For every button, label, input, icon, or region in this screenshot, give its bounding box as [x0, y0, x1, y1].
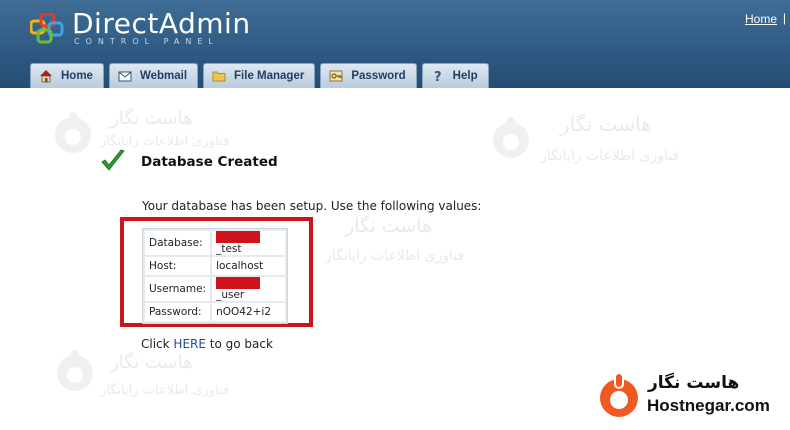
watermark-title: هاست نگار: [110, 108, 193, 129]
database-values-table: Database: _test Host: localhost Username…: [142, 228, 288, 324]
logo-title: DirectAdmin: [72, 7, 251, 40]
table-row: Password: nOO42+i2: [145, 303, 285, 321]
here-link[interactable]: HERE: [173, 337, 206, 351]
watermark-title: هاست نگار: [560, 112, 652, 136]
database-suffix: _test: [216, 243, 242, 255]
watermark-subtitle: فناوری اطلاعات رایانگار: [325, 248, 465, 264]
envelope-icon: [118, 71, 132, 82]
password-label: Password:: [145, 303, 211, 321]
watermark-subtitle: فناوری اطلاعات رایانگار: [540, 148, 680, 164]
back-prefix: Click: [141, 337, 170, 351]
table-row: Host: localhost: [145, 257, 285, 275]
main-tabs: Home Webmail File Manager Password ? Hel…: [30, 63, 489, 88]
password-value: nOO42+i2: [212, 303, 285, 321]
top-separator: |: [782, 11, 786, 25]
database-label: Database:: [145, 231, 211, 255]
watermark-subtitle: فناوری اطلاعات رایانگار: [100, 383, 230, 398]
watermark-subtitle: فناوری اطلاعات رایانگار: [100, 134, 230, 149]
question-icon: ?: [434, 70, 442, 83]
tab-label: File Manager: [234, 70, 305, 82]
watermark-title: هاست نگار: [345, 215, 433, 237]
tab-label: Help: [452, 70, 478, 82]
redaction-mark: [216, 231, 261, 243]
username-suffix: _user: [216, 289, 245, 301]
username-label: Username:: [145, 277, 211, 301]
tab-label: Home: [61, 70, 93, 82]
key-icon: [329, 70, 343, 82]
directadmin-logo-icon: [30, 13, 64, 44]
house-icon: [40, 70, 52, 83]
tab-file-manager[interactable]: File Manager: [203, 63, 316, 88]
page-title: Database Created: [141, 154, 278, 170]
tab-help[interactable]: ? Help: [421, 63, 489, 88]
top-header: DirectAdmin CONTROL PANEL Home | Home We…: [0, 0, 790, 88]
watermark-logo-icon: [57, 350, 93, 391]
username-value: _user: [212, 277, 285, 301]
svg-text:?: ?: [434, 70, 442, 83]
host-value: localhost: [212, 257, 285, 275]
success-check-icon: [101, 149, 125, 171]
tab-password[interactable]: Password: [320, 63, 417, 88]
back-suffix: to go back: [209, 337, 273, 351]
database-value: _test: [212, 231, 285, 255]
tab-webmail[interactable]: Webmail: [108, 63, 199, 88]
tab-home[interactable]: Home: [30, 63, 104, 88]
tab-label: Password: [351, 70, 406, 82]
watermark-logo-icon: [55, 112, 91, 153]
brand-title: هاست نگار: [648, 373, 740, 393]
tab-label: Webmail: [139, 70, 188, 82]
watermark-title: هاست نگار: [110, 352, 193, 373]
logo-subtitle: CONTROL PANEL: [74, 37, 219, 46]
watermark-logo-icon: [493, 117, 529, 158]
folder-icon: [212, 71, 226, 82]
brand-url: Hostnegar.com: [647, 396, 770, 415]
table-row: Database: _test: [145, 231, 285, 255]
host-label: Host:: [145, 257, 211, 275]
setup-message: Your database has been setup. Use the fo…: [142, 199, 482, 213]
home-top-link[interactable]: Home: [745, 12, 777, 26]
redaction-mark: [216, 277, 261, 289]
hostnegar-logo-icon: [600, 372, 638, 417]
table-row: Username: _user: [145, 277, 285, 301]
go-back-line: Click HERE to go back: [141, 337, 273, 351]
